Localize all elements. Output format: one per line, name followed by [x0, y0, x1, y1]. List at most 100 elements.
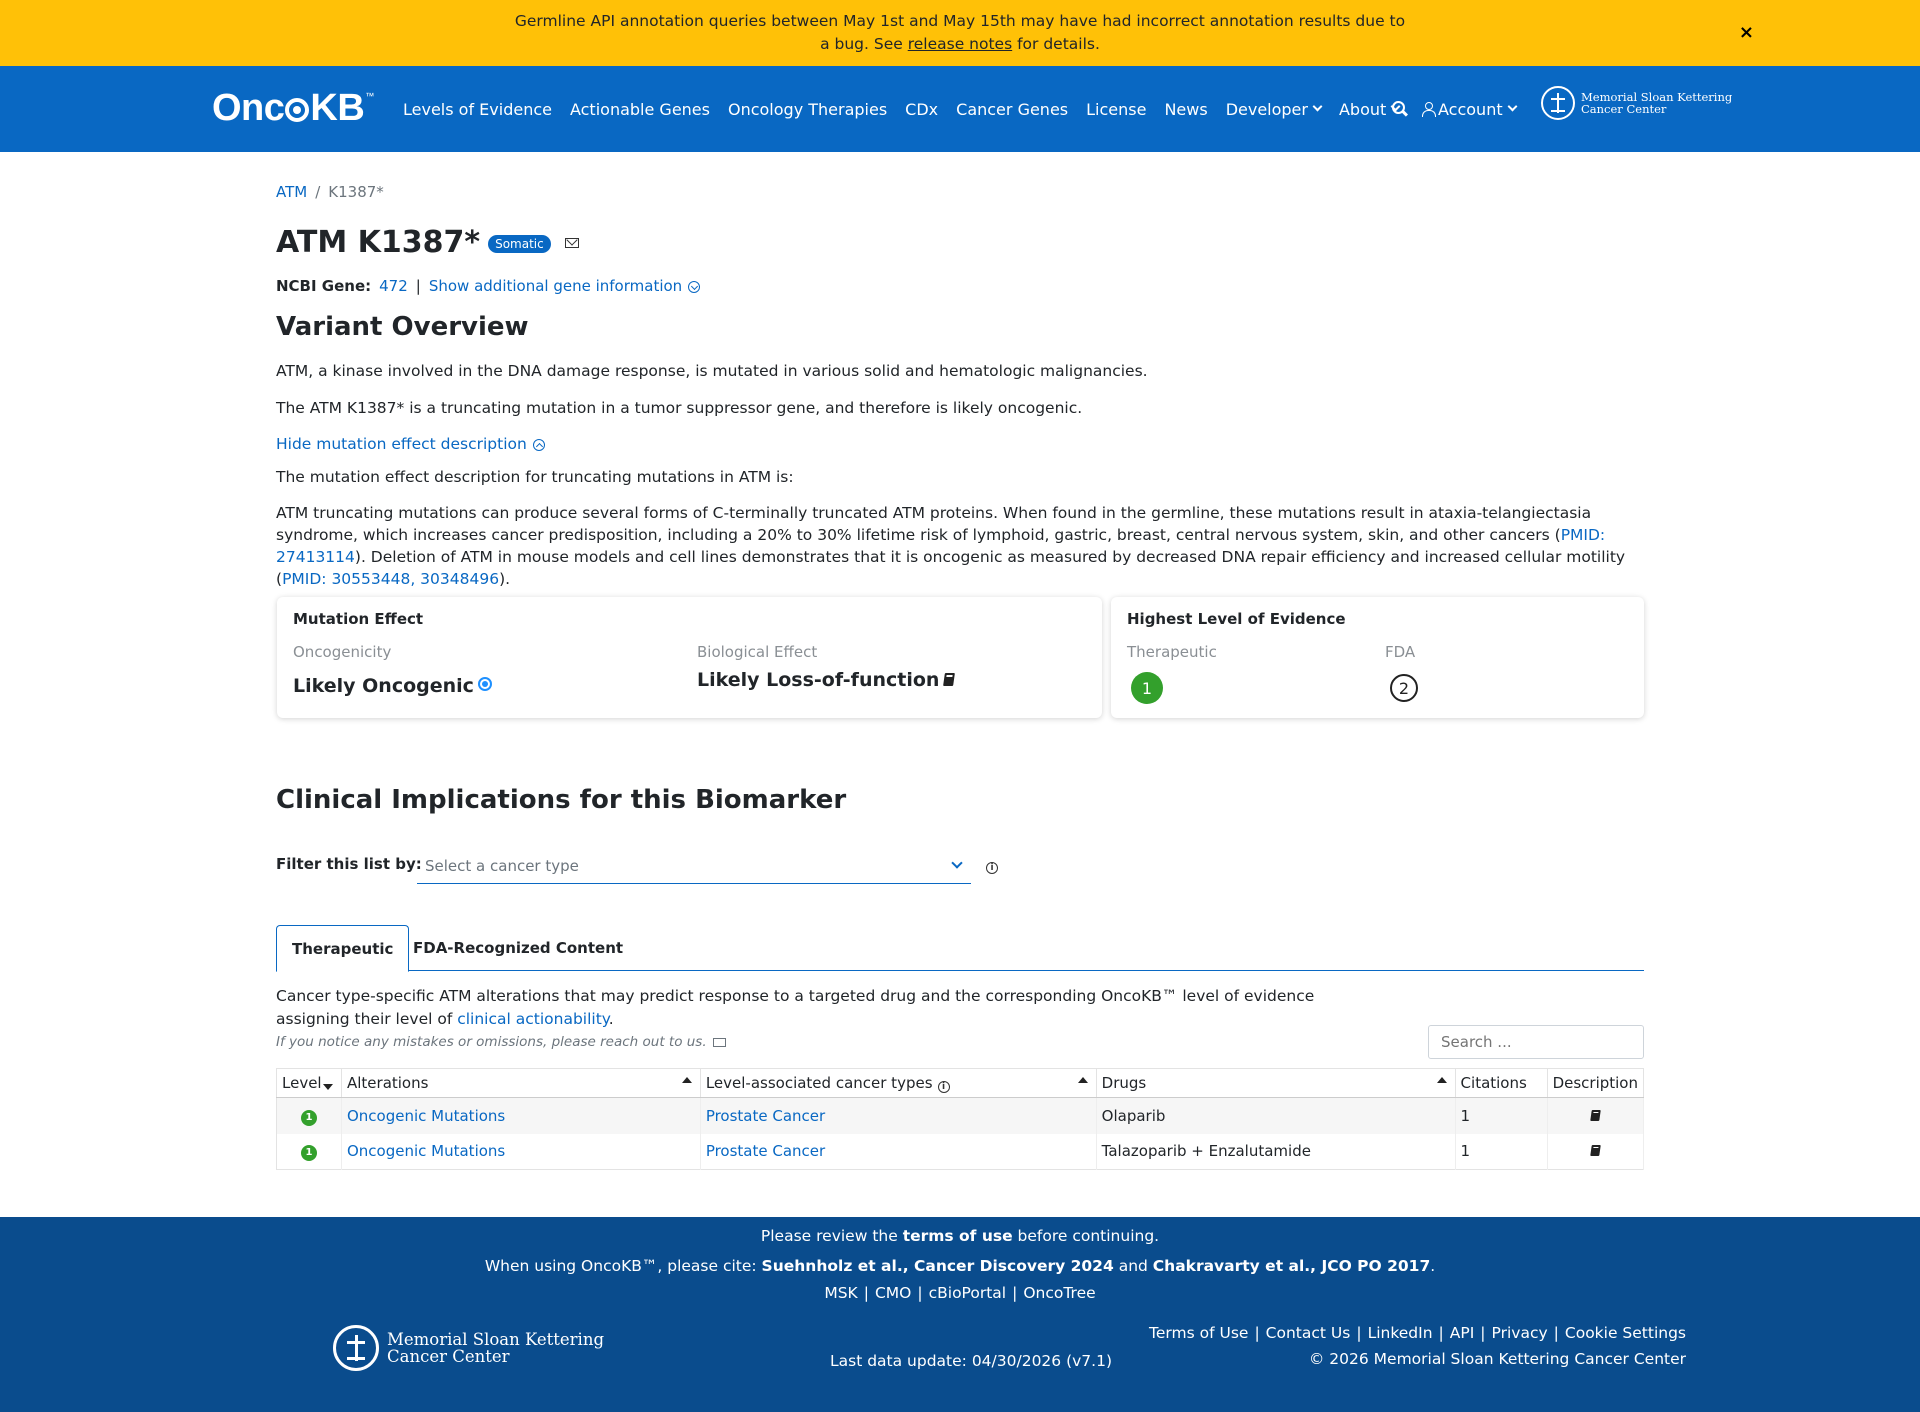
footer-contact-link[interactable]: Contact Us	[1266, 1324, 1351, 1342]
mutation-effect-card: Mutation Effect Oncogenicity Likely Onco…	[277, 597, 1102, 718]
col-level-label: Level	[282, 1074, 322, 1092]
clinical-implications-heading: Clinical Implications for this Biomarker	[276, 785, 847, 815]
nav-developer-label: Developer	[1225, 99, 1308, 119]
mutation-effect-intro: The mutation effect description for trun…	[276, 468, 794, 486]
show-gene-info-link[interactable]: Show additional gene information	[429, 277, 701, 295]
clinical-actionability-link[interactable]: clinical actionability	[457, 1010, 609, 1028]
sort-asc-icon	[1436, 1077, 1447, 1083]
col-cancer-types[interactable]: Level-associated cancer types i	[700, 1068, 1097, 1098]
citations-cell: 1	[1455, 1133, 1548, 1170]
chevron-circle-down-icon	[688, 281, 701, 293]
citation-2: Chakravarty et al., JCO PO 2017	[1152, 1257, 1431, 1275]
tab-fda-recognized-content[interactable]: FDA-Recognized Content	[398, 925, 638, 971]
variant-overview-heading: Variant Overview	[276, 312, 529, 342]
footer: Please review the terms of use before co…	[0, 1217, 1920, 1412]
mail-icon[interactable]	[712, 1037, 726, 1047]
footer-link-cmo[interactable]: CMO	[875, 1284, 911, 1302]
terms-of-use-link[interactable]: terms of use	[903, 1227, 1013, 1245]
therapeutic-label: Therapeutic	[1127, 643, 1217, 661]
chevron-down-icon	[951, 857, 963, 869]
last-data-update: Last data update: 04/30/2026 (v7.1)	[830, 1352, 1112, 1370]
col-description[interactable]: Description	[1547, 1068, 1645, 1098]
footer-review-text: Please review the	[760, 1227, 903, 1245]
footer-cookie-settings-link[interactable]: Cookie Settings	[1565, 1324, 1686, 1342]
ncbi-gene-link[interactable]: 472	[379, 277, 408, 295]
alteration-link[interactable]: Oncogenic Mutations	[347, 1107, 505, 1125]
mskcc-logo[interactable]: Memorial Sloan Kettering Cancer Center	[1541, 86, 1732, 120]
nav-actionable-genes[interactable]: Actionable Genes	[570, 100, 710, 119]
book-icon[interactable]	[1590, 1109, 1601, 1121]
clinical-tabs: Therapeutic FDA-Recognized Content	[276, 925, 1644, 972]
nav-developer-dropdown[interactable]: Developer	[1225, 99, 1323, 119]
citations-cell: 1	[1455, 1097, 1548, 1134]
footer-separator: |	[1480, 1324, 1486, 1342]
col-cancer-types-label: Level-associated cancer types	[705, 1074, 933, 1092]
table-row: 1 Oncogenic Mutations Prostate Cancer Ol…	[276, 1097, 1645, 1134]
footer-link-oncotree[interactable]: OncoTree	[1023, 1284, 1095, 1302]
footer-link-msk[interactable]: MSK	[824, 1284, 857, 1302]
search-icon[interactable]	[1392, 101, 1408, 117]
footer-terms-notice: Please review the terms of use before co…	[0, 1227, 1920, 1245]
cancer-type-cell: Prostate Cancer	[700, 1133, 1097, 1170]
close-icon[interactable]: ×	[1739, 22, 1754, 43]
cancer-type-link[interactable]: Prostate Cancer	[706, 1142, 825, 1160]
level-1-icon[interactable]: 1	[1131, 672, 1163, 704]
oncokb-logo[interactable]: Onc KB ™	[212, 86, 374, 129]
oncogenic-target-icon	[477, 677, 492, 691]
footer-api-link[interactable]: API	[1450, 1324, 1475, 1342]
hide-mutation-effect-link[interactable]: Hide mutation effect description	[276, 435, 545, 453]
footer-mskcc-text: Memorial Sloan Kettering Cancer Center	[387, 1331, 604, 1365]
book-icon[interactable]	[943, 672, 956, 686]
info-icon[interactable]: i	[937, 1081, 950, 1093]
description-part-a: ATM truncating mutations can produce sev…	[276, 504, 1592, 544]
filter-label: Filter this list by:	[276, 855, 422, 873]
cancer-type-placeholder: Select a cancer type	[425, 857, 579, 875]
footer-citation: When using OncoKB™, please cite: Suehnho…	[0, 1257, 1920, 1275]
breadcrumb-gene[interactable]: ATM	[276, 183, 307, 201]
nav-cancer-genes[interactable]: Cancer Genes	[956, 100, 1068, 119]
nav-news[interactable]: News	[1164, 100, 1207, 119]
col-citations[interactable]: Citations	[1455, 1068, 1548, 1098]
footer-link-cbioportal[interactable]: cBioPortal	[929, 1284, 1006, 1302]
col-alterations[interactable]: Alterations	[341, 1068, 701, 1098]
book-icon[interactable]	[1590, 1145, 1601, 1157]
nav-license[interactable]: License	[1086, 100, 1146, 119]
fda-level-2-icon[interactable]: 2	[1390, 674, 1418, 702]
logo-text-a: Onc	[212, 86, 285, 129]
footer-mskcc-logo[interactable]: Memorial Sloan Kettering Cancer Center	[333, 1325, 604, 1371]
nav-about-dropdown[interactable]: About	[1338, 99, 1401, 119]
account-dropdown[interactable]: Account	[1422, 100, 1518, 119]
alteration-cell: Oncogenic Mutations	[341, 1133, 701, 1170]
col-drugs[interactable]: Drugs	[1096, 1068, 1456, 1098]
nav-oncology-therapies[interactable]: Oncology Therapies	[728, 100, 887, 119]
footer-linkedin-link[interactable]: LinkedIn	[1368, 1324, 1433, 1342]
highest-level-title: Highest Level of Evidence	[1127, 610, 1346, 628]
nav-cdx[interactable]: CDx	[905, 100, 938, 119]
info-icon[interactable]: i	[986, 862, 998, 874]
footer-mskcc-line1: Memorial Sloan Kettering	[387, 1330, 605, 1349]
table-search-input[interactable]	[1428, 1025, 1644, 1059]
cancer-type-select[interactable]: Select a cancer type	[417, 852, 971, 884]
alteration-cell: Oncogenic Mutations	[341, 1097, 701, 1134]
mail-icon[interactable]	[564, 237, 579, 248]
cancer-type-link[interactable]: Prostate Cancer	[706, 1107, 825, 1125]
level-1-icon: 1	[300, 1145, 317, 1162]
nav-about-label: About	[1338, 99, 1387, 119]
nav-levels-of-evidence[interactable]: Levels of Evidence	[403, 100, 552, 119]
footer-terms-link[interactable]: Terms of Use	[1149, 1324, 1248, 1342]
tab-therapeutic[interactable]: Therapeutic	[276, 925, 410, 972]
pmid-link-2[interactable]: PMID: 30553448, 30348496	[282, 570, 499, 588]
col-alterations-label: Alterations	[346, 1074, 429, 1092]
release-notes-link[interactable]: release notes	[908, 35, 1012, 53]
hide-mutation-effect-label: Hide mutation effect description	[276, 435, 527, 453]
alteration-link[interactable]: Oncogenic Mutations	[347, 1142, 505, 1160]
feedback-note-text: If you notice any mistakes or omissions,…	[276, 1034, 707, 1050]
footer-copyright: © 2026 Memorial Sloan Kettering Cancer C…	[1308, 1350, 1686, 1368]
col-level[interactable]: Level	[276, 1068, 342, 1098]
footer-separator: |	[1356, 1324, 1362, 1342]
level-cell: 1	[276, 1133, 342, 1170]
breadcrumb-variant: K1387*	[328, 183, 384, 201]
footer-privacy-link[interactable]: Privacy	[1492, 1324, 1548, 1342]
user-icon	[1422, 102, 1436, 117]
banner-text-end: for details.	[1012, 35, 1100, 53]
